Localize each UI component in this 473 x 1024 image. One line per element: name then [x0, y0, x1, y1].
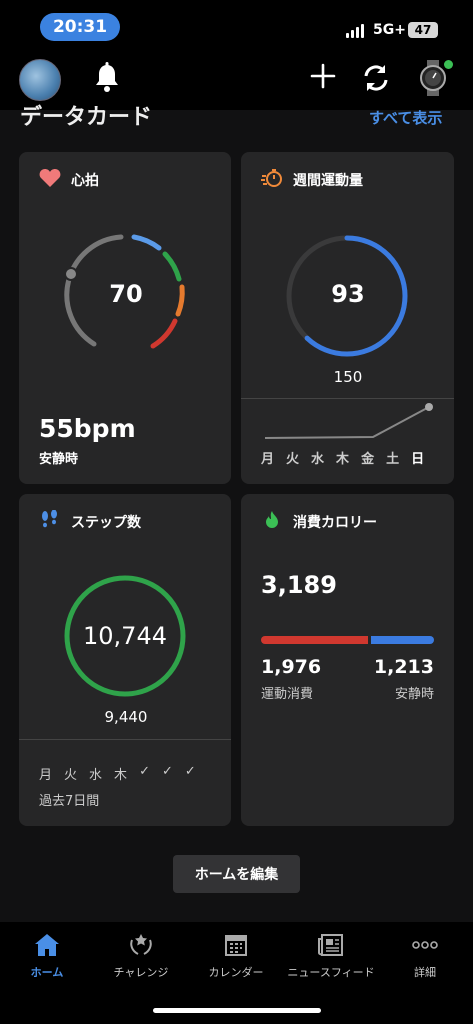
- resting-heart-rate-label: 安静時: [39, 452, 79, 467]
- tab-challenge-label: チャレンジ: [113, 966, 169, 979]
- weekly-activity-card[interactable]: 週間運動量 93 150 月火水木金土日: [241, 152, 454, 484]
- add-icon[interactable]: [309, 62, 337, 94]
- day-label: 土: [386, 452, 400, 467]
- steps-day-labels: 月火水木 ✓ ✓ ✓: [39, 764, 196, 783]
- avatar[interactable]: [19, 59, 61, 101]
- section-title: データカード: [20, 105, 153, 128]
- day-label: 火: [286, 452, 300, 467]
- battery-icon: 47: [408, 22, 438, 38]
- day-label: 火: [64, 768, 78, 783]
- calories-active-value: 1,976: [261, 656, 322, 678]
- flame-icon: [261, 510, 283, 534]
- heart-icon: [39, 168, 61, 192]
- day-label: 木: [114, 768, 128, 783]
- stopwatch-icon: [261, 168, 283, 192]
- day-label: 金: [361, 452, 375, 467]
- calories-title: 消費カロリー: [293, 515, 377, 531]
- tab-calendar-label: カレンダー: [208, 966, 264, 979]
- day-label: 月: [261, 452, 275, 467]
- tab-newsfeed-label: ニュースフィード: [287, 966, 375, 979]
- day-label: 日: [411, 452, 425, 467]
- card-divider: [19, 739, 231, 740]
- tab-home-label: ホーム: [30, 966, 64, 979]
- steps-card[interactable]: ステップ数 10,744 9,440 月火水木 ✓ ✓ ✓ 過去7日間: [19, 494, 231, 826]
- weekly-activity-value: 93: [331, 280, 365, 308]
- day-label: ✓: [161, 764, 173, 779]
- weekly-trend-line: [264, 403, 433, 439]
- weekly-activity-goal: 150: [333, 368, 363, 386]
- day-label: 水: [89, 768, 103, 783]
- day-label: ✓: [139, 764, 150, 779]
- calories-card[interactable]: 消費カロリー 3,189 1,976 運動消費 1,213 安静時: [241, 494, 454, 826]
- signal-icon: [346, 24, 364, 38]
- network-label: 5G+: [373, 22, 406, 38]
- steps-goal: 9,440: [104, 708, 148, 726]
- calories-total: 3,189: [261, 571, 337, 599]
- status-time: 20:31: [40, 13, 120, 41]
- calories-bar: [261, 636, 434, 644]
- tab-calendar[interactable]: カレンダー: [191, 932, 281, 980]
- card-divider: [241, 398, 454, 399]
- more-icon: [380, 932, 470, 958]
- steps-period-label: 過去7日間: [39, 794, 100, 809]
- show-all-link[interactable]: すべて表示: [369, 107, 442, 128]
- bell-icon[interactable]: [92, 62, 122, 98]
- sync-icon[interactable]: [360, 62, 392, 98]
- heart-rate-title: 心拍: [71, 173, 99, 189]
- top-bar: [0, 50, 473, 110]
- weekly-day-labels: 月火水木金土日: [261, 448, 424, 467]
- heart-rate-value: 70: [109, 280, 143, 308]
- edit-home-button[interactable]: ホームを編集: [173, 855, 300, 893]
- laurel-icon: [96, 932, 186, 958]
- tab-more-label: 詳細: [414, 966, 436, 979]
- resting-heart-rate-value: 55bpm: [39, 414, 136, 443]
- steps-title: ステップ数: [71, 515, 141, 531]
- tab-more[interactable]: 詳細: [380, 932, 470, 980]
- calories-active-label: 運動消費: [261, 687, 314, 702]
- day-label: 月: [39, 768, 53, 783]
- footprints-icon: [39, 509, 61, 534]
- status-bar: 20:31 5G+ 47: [0, 0, 473, 50]
- tab-challenge[interactable]: チャレンジ: [96, 932, 186, 980]
- tab-home[interactable]: ホーム: [2, 932, 92, 980]
- newspaper-icon: [286, 932, 376, 958]
- weekly-activity-title: 週間運動量: [293, 173, 363, 189]
- calories-resting-label: 安静時: [394, 687, 434, 702]
- steps-value: 10,744: [83, 622, 167, 650]
- day-label: ✓: [184, 764, 196, 779]
- calories-resting-value: 1,213: [373, 656, 434, 678]
- connection-status-dot: [444, 60, 453, 69]
- day-label: 木: [336, 452, 350, 467]
- heart-rate-card[interactable]: 心拍 70 55bpm 安静時: [19, 152, 231, 484]
- home-icon: [2, 932, 92, 958]
- home-indicator: [153, 1008, 321, 1013]
- calories-resting-bar: [371, 636, 434, 644]
- calendar-icon: [191, 932, 281, 958]
- tab-newsfeed[interactable]: ニュースフィード: [286, 932, 376, 980]
- calories-active-bar: [261, 636, 369, 644]
- day-label: 水: [311, 452, 325, 467]
